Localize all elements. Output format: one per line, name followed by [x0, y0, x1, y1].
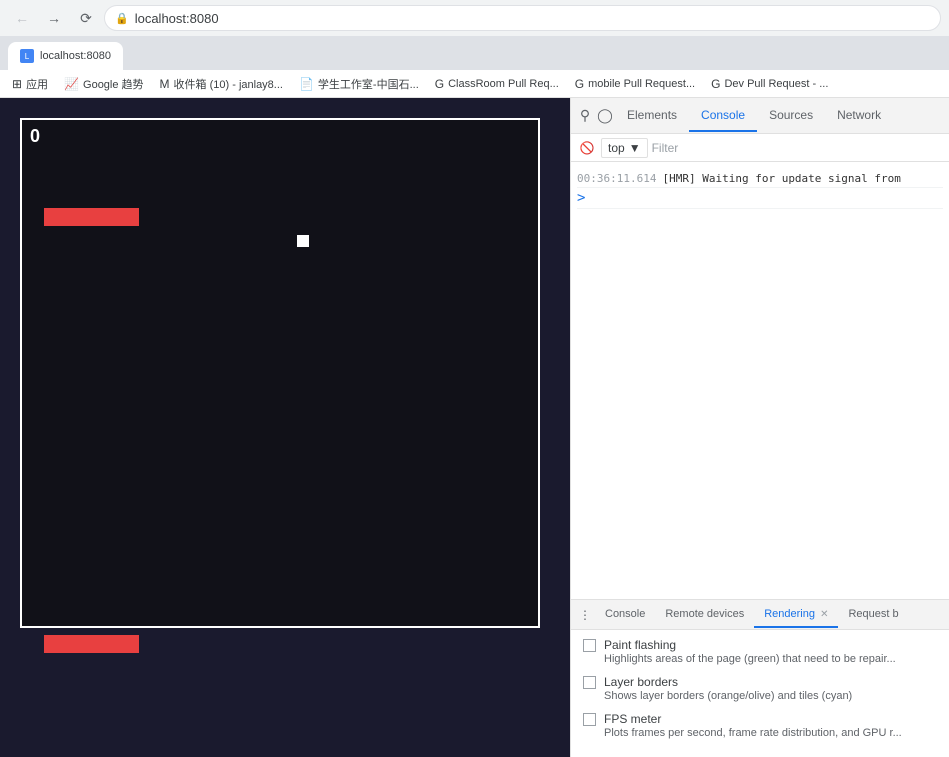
devtools-bottom-tabs: ⋮ Console Remote devices Rendering ✕ Req… — [571, 600, 949, 630]
devtools-toolbar: 🚫 top ▼ Filter — [571, 134, 949, 162]
bookmark-student[interactable]: 📄 学生工作室-中国石... — [295, 74, 423, 94]
console-timestamp: 00:36:11.614 — [577, 172, 656, 185]
webpage: 0 — [0, 98, 570, 757]
bookmark-dev-label: Dev Pull Request - ... — [724, 78, 828, 90]
bottom-tab-more-icon[interactable]: ⋮ — [575, 605, 595, 625]
bookmark-classroom[interactable]: G ClassRoom Pull Req... — [431, 75, 563, 93]
bookmark-student-label: 学生工作室-中国石... — [318, 76, 419, 92]
platform-top — [44, 208, 139, 226]
devtools-bottom: ⋮ Console Remote devices Rendering ✕ Req… — [571, 599, 949, 757]
tab-label: localhost:8080 — [40, 50, 111, 62]
bookmark-apps[interactable]: ⊞ 应用 — [8, 74, 52, 94]
dev-icon: G — [711, 77, 720, 91]
rendering-content: Paint flashing Highlights areas of the p… — [571, 630, 949, 757]
score-display: 0 — [30, 126, 40, 147]
console-content: 00:36:11.614 [HMR] Waiting for update si… — [571, 162, 949, 599]
bookmark-mobile[interactable]: G mobile Pull Request... — [571, 75, 699, 93]
game-canvas: 0 — [20, 118, 540, 628]
bottom-tab-remote[interactable]: Remote devices — [655, 602, 754, 628]
mobile-icon: G — [575, 77, 584, 91]
paint-flashing-checkbox[interactable] — [583, 639, 596, 652]
console-arrow-line: > — [577, 188, 943, 209]
tab-elements[interactable]: Elements — [615, 100, 689, 132]
clear-console-icon[interactable]: 🚫 — [577, 138, 597, 158]
reload-button[interactable]: ⟳ — [72, 4, 100, 32]
devtools-inspect-icon[interactable]: ⚲ — [575, 106, 595, 126]
console-log-line: 00:36:11.614 [HMR] Waiting for update si… — [577, 170, 943, 188]
console-expand-arrow[interactable]: > — [577, 190, 585, 206]
devtools-panel: ⚲ ◯ Elements Console Sources Network 🚫 t… — [570, 98, 949, 757]
lock-icon: 🔒 — [115, 12, 129, 25]
browser-chrome: ← → ⟳ 🔒 localhost:8080 L localhost:8080 … — [0, 0, 949, 98]
bookmark-gmail[interactable]: M 收件箱 (10) - janlay8... — [156, 74, 287, 94]
back-button[interactable]: ← — [8, 4, 36, 32]
paint-flashing-desc: Highlights areas of the page (green) tha… — [604, 653, 896, 665]
player-block — [297, 235, 309, 247]
context-dropdown-icon: ▼ — [629, 141, 641, 155]
tab-sources[interactable]: Sources — [757, 100, 825, 132]
fps-meter-checkbox[interactable] — [583, 713, 596, 726]
rendering-tab-close[interactable]: ✕ — [820, 609, 828, 620]
tab-network[interactable]: Network — [825, 100, 893, 132]
tabs-bar: L localhost:8080 — [0, 36, 949, 70]
layer-borders-checkbox[interactable] — [583, 676, 596, 689]
apps-icon: ⊞ — [12, 77, 22, 91]
devtools-mobile-icon[interactable]: ◯ — [595, 106, 615, 126]
bookmark-gmail-label: 收件箱 (10) - janlay8... — [174, 76, 283, 92]
platform-bottom — [44, 635, 139, 653]
rendering-option-fps: FPS meter Plots frames per second, frame… — [583, 712, 937, 739]
tab-favicon: L — [20, 49, 34, 63]
bookmark-mobile-label: mobile Pull Request... — [588, 78, 695, 90]
bottom-tab-request[interactable]: Request b — [838, 602, 908, 628]
bookmark-apps-label: 应用 — [26, 76, 48, 92]
tab-console[interactable]: Console — [689, 100, 757, 132]
gmail-icon: M — [160, 77, 170, 91]
address-text: localhost:8080 — [135, 11, 219, 26]
fps-meter-desc: Plots frames per second, frame rate dist… — [604, 727, 902, 739]
filter-input[interactable] — [682, 138, 943, 158]
address-bar[interactable]: 🔒 localhost:8080 — [104, 5, 941, 31]
context-selector[interactable]: top ▼ — [601, 138, 648, 158]
bottom-tab-console[interactable]: Console — [595, 602, 655, 628]
forward-button[interactable]: → — [40, 4, 68, 32]
rendering-option-paint: Paint flashing Highlights areas of the p… — [583, 638, 937, 665]
context-label: top — [608, 141, 625, 155]
bookmark-dev[interactable]: G Dev Pull Request - ... — [707, 75, 832, 93]
bottom-tab-rendering[interactable]: Rendering ✕ — [754, 602, 838, 628]
nav-bar: ← → ⟳ 🔒 localhost:8080 — [0, 0, 949, 36]
devtools-tabs: ⚲ ◯ Elements Console Sources Network — [571, 98, 949, 134]
trends-icon: 📈 — [64, 77, 79, 91]
browser-tab[interactable]: L localhost:8080 — [8, 42, 123, 70]
bookmarks-bar: ⊞ 应用 📈 Google 趋势 M 收件箱 (10) - janlay8...… — [0, 70, 949, 98]
layer-borders-desc: Shows layer borders (orange/olive) and t… — [604, 690, 852, 702]
console-message: [HMR] Waiting for update signal from — [662, 172, 900, 185]
main-content: 0 ⚲ ◯ Elements Console Sources Network — [0, 98, 949, 757]
bookmark-trends-label: Google 趋势 — [83, 76, 144, 92]
classroom-icon: G — [435, 77, 444, 91]
student-icon: 📄 — [299, 77, 314, 91]
paint-flashing-label: Paint flashing — [604, 638, 896, 652]
bookmark-trends[interactable]: 📈 Google 趋势 — [60, 74, 147, 94]
layer-borders-label: Layer borders — [604, 675, 852, 689]
fps-meter-label: FPS meter — [604, 712, 902, 726]
bookmark-classroom-label: ClassRoom Pull Req... — [448, 78, 559, 90]
filter-placeholder: Filter — [652, 141, 679, 155]
rendering-option-layer: Layer borders Shows layer borders (orang… — [583, 675, 937, 702]
